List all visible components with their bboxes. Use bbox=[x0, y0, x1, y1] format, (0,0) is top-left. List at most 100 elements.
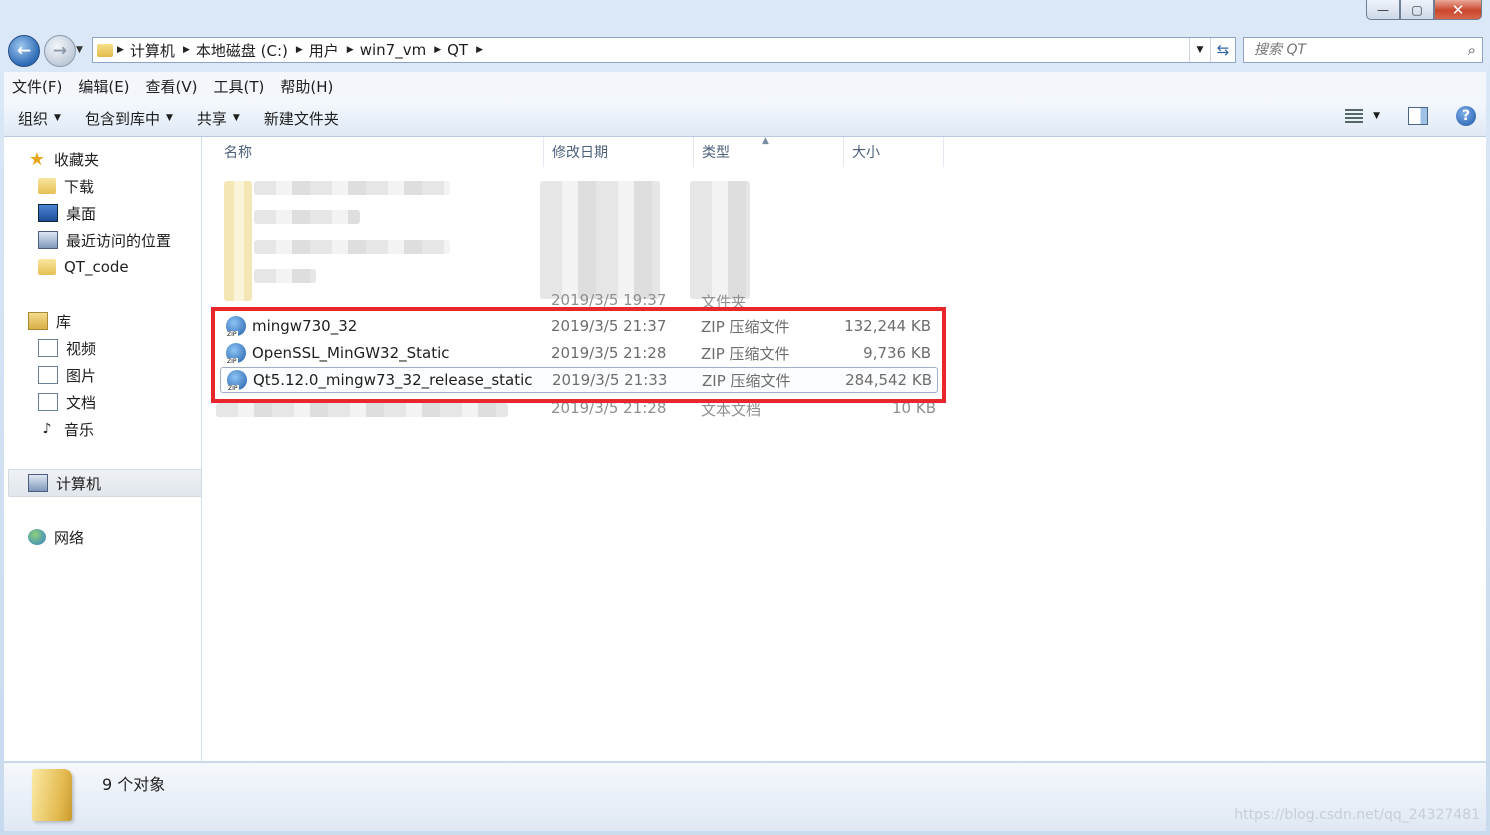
nav-network[interactable]: 网络 bbox=[28, 524, 84, 550]
new-folder-button[interactable]: 新建文件夹 bbox=[254, 108, 349, 129]
address-history-dropdown[interactable]: ▼ bbox=[1190, 45, 1210, 55]
chevron-down-icon: ▼ bbox=[54, 113, 61, 123]
star-icon: ★ bbox=[28, 148, 46, 170]
nav-label: 文档 bbox=[66, 393, 97, 412]
column-header-name[interactable]: 名称 bbox=[216, 137, 544, 167]
nav-qt-code[interactable]: QT_code bbox=[38, 254, 129, 280]
sort-arrow-icon: ▲ bbox=[762, 136, 769, 146]
breadcrumb-separator-icon[interactable]: ▶ bbox=[434, 45, 441, 55]
nav-label: 库 bbox=[56, 312, 72, 331]
toolbar-right: ▼ ? bbox=[1345, 106, 1476, 126]
breadcrumb-win7-vm[interactable]: win7_vm bbox=[354, 41, 434, 59]
breadcrumb-users[interactable]: 用户 bbox=[303, 40, 347, 61]
redacted-types bbox=[690, 181, 750, 299]
column-header-date[interactable]: 修改日期 bbox=[544, 137, 694, 167]
share-button[interactable]: 共享 ▼ bbox=[187, 108, 250, 129]
redacted-filename bbox=[254, 210, 360, 224]
menu-bar: 文件(F) 编辑(E) 查看(V) 工具(T) 帮助(H) bbox=[4, 72, 1486, 101]
watermark: https://blog.csdn.net/qq_24327481 bbox=[1234, 807, 1480, 823]
search-icon[interactable]: ⌕ bbox=[1468, 41, 1476, 59]
menu-view[interactable]: 查看(V) bbox=[138, 76, 206, 97]
maximize-button[interactable]: ▢ bbox=[1400, 0, 1434, 20]
address-row: ← → ▼ ▶ 计算机 ▶ 本地磁盘 (C:) ▶ 用户 ▶ win7_vm ▶… bbox=[0, 33, 1490, 67]
nav-pictures[interactable]: 图片 bbox=[38, 362, 96, 388]
menu-file[interactable]: 文件(F) bbox=[4, 76, 70, 97]
document-library-icon bbox=[38, 393, 58, 411]
explorer-window: — ▢ ✕ ← → ▼ ▶ 计算机 ▶ 本地磁盘 (C:) ▶ 用户 ▶ win… bbox=[0, 0, 1490, 835]
column-header-type[interactable]: 类型 bbox=[694, 137, 844, 167]
nav-downloads[interactable]: 下载 bbox=[38, 173, 94, 199]
nav-label: QT_code bbox=[64, 258, 129, 276]
refresh-icon[interactable]: ⇆ bbox=[1210, 38, 1235, 62]
redacted-filename bbox=[254, 240, 450, 254]
picture-library-icon bbox=[38, 366, 58, 384]
desktop-icon bbox=[38, 204, 58, 222]
redacted-filename bbox=[254, 269, 316, 283]
breadcrumb-separator-icon[interactable]: ▶ bbox=[183, 45, 190, 55]
item-count: 9 个对象 bbox=[102, 775, 166, 794]
views-icon[interactable] bbox=[1345, 109, 1364, 123]
nav-label: 网络 bbox=[54, 528, 85, 547]
folder-icon bbox=[97, 43, 113, 57]
menu-help[interactable]: 帮助(H) bbox=[272, 76, 341, 97]
column-label: 名称 bbox=[224, 145, 252, 161]
back-button[interactable]: ← bbox=[8, 35, 40, 67]
include-library-label: 包含到库中 bbox=[84, 109, 160, 128]
nav-label: 最近访问的位置 bbox=[66, 231, 172, 250]
nav-documents[interactable]: 文档 bbox=[38, 389, 96, 415]
music-icon: ♪ bbox=[42, 421, 52, 437]
close-button[interactable]: ✕ bbox=[1434, 0, 1482, 20]
views-dropdown[interactable]: ▼ bbox=[1373, 111, 1380, 121]
nav-label: 桌面 bbox=[66, 204, 97, 223]
preview-pane-icon[interactable] bbox=[1408, 107, 1428, 125]
chevron-down-icon: ▼ bbox=[165, 113, 173, 123]
search-input[interactable] bbox=[1252, 41, 1446, 59]
redacted-filename bbox=[254, 181, 450, 195]
search-box[interactable]: ⌕ bbox=[1243, 37, 1483, 63]
breadcrumb-qt[interactable]: QT bbox=[441, 41, 476, 59]
arrow-right-icon: → bbox=[52, 41, 68, 61]
organize-label: 组织 bbox=[18, 109, 49, 128]
folder-icon bbox=[38, 178, 56, 194]
window-controls: — ▢ ✕ bbox=[1366, 0, 1482, 20]
organize-button[interactable]: 组织 ▼ bbox=[8, 108, 71, 129]
breadcrumb-separator-icon[interactable]: ▶ bbox=[476, 45, 483, 55]
minimize-button[interactable]: — bbox=[1366, 0, 1400, 20]
redacted-icons bbox=[224, 181, 252, 301]
recent-places-icon bbox=[38, 231, 58, 249]
nav-videos[interactable]: 视频 bbox=[38, 335, 96, 361]
nav-label: 视频 bbox=[66, 339, 97, 358]
breadcrumb-separator-icon[interactable]: ▶ bbox=[117, 45, 124, 55]
nav-favorites[interactable]: ★ 收藏夹 bbox=[28, 146, 99, 172]
column-header-size[interactable]: 大小 bbox=[844, 137, 944, 167]
column-label: 修改日期 bbox=[552, 145, 608, 161]
breadcrumb-local-disk[interactable]: 本地磁盘 (C:) bbox=[190, 40, 296, 61]
address-bar[interactable]: ▶ 计算机 ▶ 本地磁盘 (C:) ▶ 用户 ▶ win7_vm ▶ QT ▶ … bbox=[92, 37, 1236, 63]
breadcrumb-separator-icon[interactable]: ▶ bbox=[347, 45, 354, 55]
computer-icon bbox=[28, 474, 48, 492]
nav-desktop[interactable]: 桌面 bbox=[38, 200, 96, 226]
breadcrumb-computer[interactable]: 计算机 bbox=[124, 40, 183, 61]
nav-music[interactable]: ♪ 音乐 bbox=[38, 416, 94, 442]
nav-computer[interactable]: 计算机 bbox=[28, 470, 101, 496]
nav-recent[interactable]: 最近访问的位置 bbox=[38, 227, 171, 253]
network-icon bbox=[28, 529, 46, 545]
include-library-button[interactable]: 包含到库中 ▼ bbox=[75, 108, 183, 129]
command-bar: 组织 ▼ 包含到库中 ▼ 共享 ▼ 新建文件夹 ▼ ? bbox=[4, 100, 1486, 137]
breadcrumb-separator-icon[interactable]: ▶ bbox=[296, 45, 303, 55]
file-list: 名称 修改日期 类型 大小 ▲ 2019/3/5 19:37 文件夹 mingw… bbox=[202, 136, 1486, 761]
nav-libraries[interactable]: 库 bbox=[28, 308, 71, 334]
recent-pages-dropdown[interactable]: ▼ bbox=[76, 45, 83, 55]
address-controls: ▼ ⇆ bbox=[1189, 38, 1235, 62]
library-icon bbox=[28, 312, 48, 330]
share-label: 共享 bbox=[196, 109, 227, 128]
menu-edit[interactable]: 编辑(E) bbox=[70, 76, 137, 97]
video-library-icon bbox=[38, 339, 58, 357]
forward-button[interactable]: → bbox=[44, 35, 76, 67]
menu-tools[interactable]: 工具(T) bbox=[206, 76, 273, 97]
chevron-down-icon: ▼ bbox=[232, 113, 240, 123]
folder-icon bbox=[38, 259, 56, 275]
highlight-annotation bbox=[211, 307, 946, 403]
arrow-left-icon: ← bbox=[16, 41, 32, 61]
help-icon[interactable]: ? bbox=[1456, 106, 1476, 126]
